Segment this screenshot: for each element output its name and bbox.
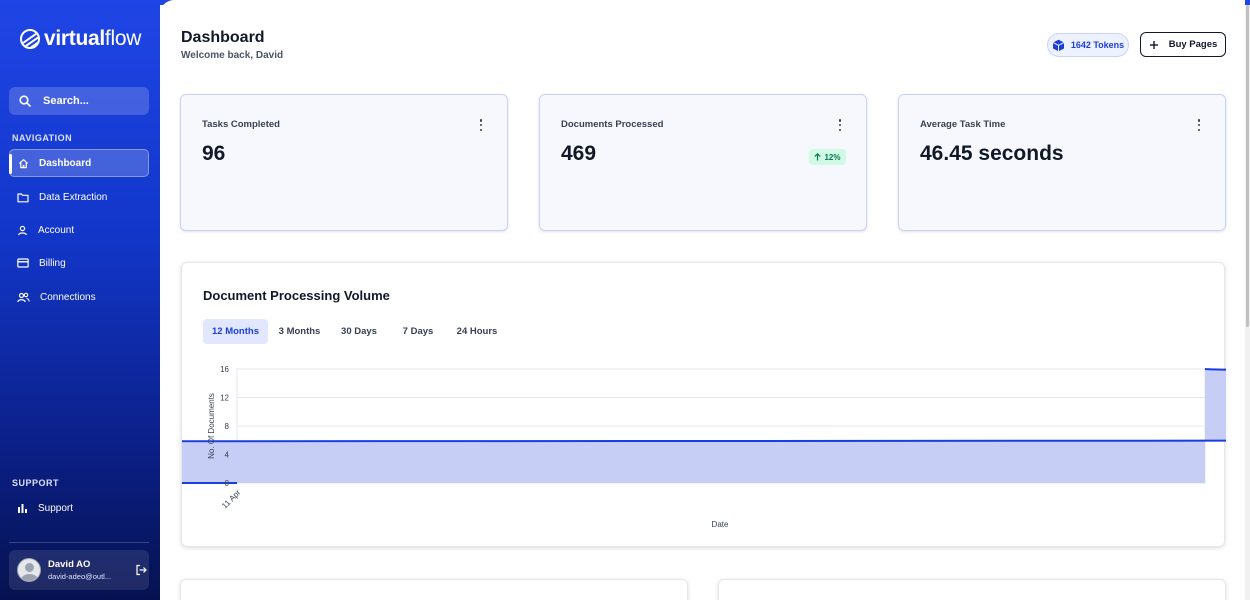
bottom-card-right: [718, 579, 1226, 600]
sidebar-item-label: Connections: [40, 291, 96, 303]
more-options-icon[interactable]: [1197, 119, 1201, 131]
logout-icon[interactable]: [135, 564, 147, 576]
navigation-section-label: NAVIGATION: [12, 133, 73, 143]
search-placeholder: Search...: [43, 95, 89, 107]
logo-icon: [20, 29, 40, 49]
sidebar-item-label: Account: [38, 224, 75, 236]
home-icon: [18, 158, 29, 168]
y-tick-label: 4: [225, 451, 230, 460]
user-icon: [18, 225, 27, 235]
more-options-icon[interactable]: [838, 119, 842, 131]
trend-value: 12%: [824, 152, 841, 162]
y-tick-label: 8: [225, 422, 230, 431]
scrollbar-thumb[interactable]: [1246, 5, 1249, 327]
y-tick-label: 0: [225, 479, 230, 488]
sidebar-item-connections[interactable]: Connections: [9, 283, 149, 311]
sidebar-divider: [9, 542, 149, 543]
document-processing-volume-card: Document Processing Volume 12 Months 3 M…: [181, 262, 1226, 547]
sidebar-item-label: Data Extraction: [39, 191, 108, 203]
stat-label: Average Task Time: [920, 119, 1006, 130]
search-input[interactable]: Search...: [9, 87, 149, 115]
sidebar: virtualflow Search... NAVIGATION Dashboa…: [0, 0, 160, 600]
x-tick-label: 11 Apr: [220, 488, 243, 511]
plus-icon: [1149, 40, 1158, 49]
y-axis-label: No. Of Documents: [207, 393, 216, 459]
logo[interactable]: virtualflow: [20, 27, 141, 51]
page-title: Dashboard: [181, 29, 265, 46]
scrollbar[interactable]: [1245, 5, 1250, 600]
stat-label: Documents Processed: [561, 119, 664, 130]
y-tick-label: 12: [220, 394, 229, 403]
folder-icon: [17, 192, 29, 202]
buy-pages-button[interactable]: Buy Pages: [1140, 32, 1226, 57]
sidebar-item-label: Dashboard: [39, 157, 92, 169]
stat-value: 96: [202, 142, 226, 165]
y-tick-label: 16: [220, 365, 229, 374]
stat-value: 469: [561, 142, 597, 165]
search-icon: [19, 95, 31, 107]
logo-text-light: flow: [104, 27, 142, 50]
stat-label: Tasks Completed: [202, 119, 280, 130]
sidebar-item-support[interactable]: Support: [9, 494, 149, 522]
credit-card-icon: [17, 258, 29, 268]
sidebar-item-label: Support: [38, 502, 74, 514]
users-icon: [17, 292, 30, 302]
logo-text-bold: virtual: [44, 27, 105, 50]
stat-card-tasks-completed: Tasks Completed 96: [180, 94, 508, 231]
more-options-icon[interactable]: [479, 119, 483, 131]
support-section-label: SUPPORT: [12, 478, 60, 488]
trend-badge: 12%: [809, 149, 846, 165]
sidebar-item-account[interactable]: Account: [9, 216, 149, 244]
tokens-badge[interactable]: 1642 Tokens: [1047, 33, 1129, 57]
stat-value: 46.45 seconds: [920, 142, 1064, 165]
page-subtitle: Welcome back, David: [181, 50, 284, 61]
stat-card-documents-processed: Documents Processed 469 12%: [539, 94, 867, 231]
bar-chart-icon: [18, 503, 27, 513]
sidebar-item-data-extraction[interactable]: Data Extraction: [9, 183, 149, 211]
user-profile-card[interactable]: David AO david-adeo@outl...: [9, 550, 149, 590]
bottom-card-left: [180, 579, 688, 600]
cube-icon: [1052, 39, 1065, 51]
chart-plot: 0481216 11 Apr23 May04 Jul15 Aug26 Sept0…: [182, 365, 1226, 529]
sidebar-item-label: Billing: [39, 257, 66, 269]
sidebar-item-dashboard[interactable]: Dashboard: [9, 149, 149, 177]
tokens-label: 1642 Tokens: [1070, 40, 1125, 50]
arrow-up-icon: [814, 153, 822, 161]
buy-pages-label: Buy Pages: [1168, 39, 1218, 50]
user-name: David AO: [48, 559, 91, 570]
x-axis-label: Date: [712, 520, 729, 529]
stat-card-average-task-time: Average Task Time 46.45 seconds: [898, 94, 1226, 231]
user-email: david-adeo@outl...: [48, 572, 112, 581]
sidebar-item-billing[interactable]: Billing: [9, 249, 149, 277]
avatar[interactable]: [17, 558, 41, 582]
